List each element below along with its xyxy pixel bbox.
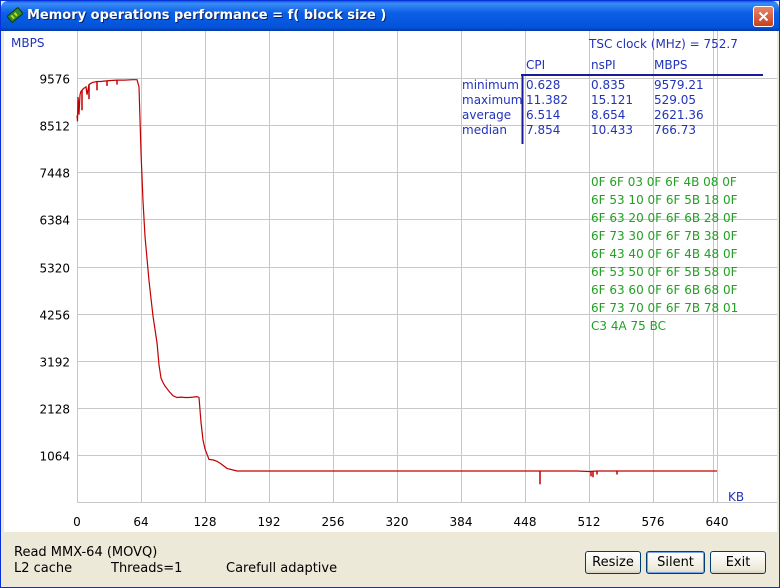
y-axis-label: MBPS — [11, 36, 44, 50]
hex-dump-line: 6F 63 60 0F 6F 6B 68 0F — [591, 283, 738, 297]
x-tick-label: 512 — [578, 515, 601, 529]
x-tick-label: 320 — [386, 515, 409, 529]
resize-button[interactable]: Resize — [585, 551, 641, 574]
stats-value: 15.121 — [591, 93, 633, 107]
status-method: Read MMX-64 (MOVQ) — [14, 545, 158, 560]
stats-value: 8.654 — [591, 108, 625, 122]
hex-dump: 0F 6F 03 0F 6F 4B 08 0F 6F 53 10 0F 6F 5B… — [591, 175, 738, 333]
x-tick-label: 64 — [133, 515, 148, 529]
hex-dump-line: 6F 53 50 0F 6F 5B 58 0F — [591, 265, 738, 279]
hex-dump-line: 6F 53 10 0F 6F 5B 18 0F — [591, 193, 738, 207]
stats-header: MBPS — [654, 58, 687, 72]
close-icon — [758, 11, 769, 22]
x-tick-label: 256 — [322, 515, 345, 529]
stats-row-label: average — [462, 108, 511, 122]
main-window: Memory operations performance = f( block… — [0, 0, 780, 588]
stats-value: 766.73 — [654, 123, 696, 137]
x-tick-label: 576 — [642, 515, 665, 529]
x-tick-label: 0 — [73, 515, 81, 529]
y-tick-label: 1064 — [39, 450, 70, 464]
y-tick-label: 9576 — [39, 73, 70, 87]
status-mode: Carefull adaptive — [226, 561, 338, 576]
performance-chart: 0 64 128 192 256 320 384 448 512 576 640 1064 2128 31… — [11, 31, 777, 529]
x-tick-label: 640 — [706, 515, 729, 529]
exit-button[interactable]: Exit — [710, 551, 766, 574]
stats-row-label: minimum — [462, 78, 519, 92]
status-cache: L2 cache — [14, 561, 73, 576]
hex-dump-line: 6F 63 20 0F 6F 6B 28 0F — [591, 211, 738, 225]
stats-value: 0.835 — [591, 78, 625, 92]
stats-value: 2621.36 — [654, 108, 704, 122]
y-tick-label: 6384 — [39, 214, 70, 228]
x-tick-label: 192 — [258, 515, 281, 529]
hex-dump-line: 6F 73 70 0F 6F 7B 78 01 — [591, 301, 738, 315]
silent-button[interactable]: Silent — [646, 551, 705, 574]
stats-value: 0.628 — [526, 78, 560, 92]
hex-dump-line: 6F 43 40 0F 6F 4B 48 0F — [591, 247, 738, 261]
tsc-clock-label: TSC clock (MHz) = 752.7 — [588, 37, 738, 51]
stats-value: 529.05 — [654, 93, 696, 107]
stats-value: 10.433 — [591, 123, 633, 137]
stats-row-label: maximum — [462, 93, 522, 107]
stats-row-label: median — [462, 123, 507, 137]
status-threads: Threads=1 — [111, 561, 183, 576]
y-tick-label: 3192 — [39, 356, 70, 370]
title-bar[interactable]: Memory operations performance = f( block… — [1, 1, 779, 31]
chart-area: 0 64 128 192 256 320 384 448 512 576 640 1064 2128 31… — [4, 31, 777, 532]
y-tick-label: 5320 — [39, 262, 70, 276]
y-tick-label: 4256 — [39, 309, 70, 323]
stats-value: 7.854 — [526, 123, 560, 137]
close-button[interactable] — [753, 6, 774, 27]
y-tick-label: 7448 — [39, 167, 70, 181]
hex-dump-line: 6F 73 30 0F 6F 7B 38 0F — [591, 229, 738, 243]
x-tick-label: 448 — [514, 515, 537, 529]
stats-value: 9579.21 — [654, 78, 704, 92]
stats-value: 11.382 — [526, 93, 568, 107]
x-axis-label: KB — [728, 490, 744, 504]
window-title: Memory operations performance = f( block… — [27, 8, 387, 23]
x-tick-label: 384 — [450, 515, 473, 529]
stats-value: 6.514 — [526, 108, 560, 122]
x-tick-label: 128 — [194, 515, 217, 529]
y-tick-label: 8512 — [39, 120, 70, 134]
stats-header: CPI — [526, 58, 545, 72]
hex-dump-line: 0F 6F 03 0F 6F 4B 08 0F — [591, 175, 737, 189]
stats-header: nsPI — [591, 58, 616, 72]
hex-dump-line: C3 4A 75 BC — [591, 319, 666, 333]
app-icon — [7, 7, 23, 23]
y-tick-label: 2128 — [39, 403, 70, 417]
